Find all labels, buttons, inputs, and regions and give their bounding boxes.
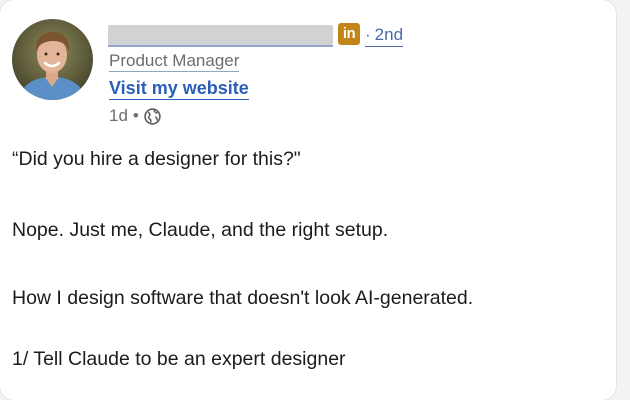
post-paragraph-hook: How I design software that doesn't look … — [12, 287, 474, 309]
meta-separator: • — [132, 106, 139, 125]
post-time: 1d — [109, 106, 128, 125]
post-paragraph-quote: “Did you hire a designer for this?" — [12, 148, 301, 170]
truncated-next-line — [12, 378, 482, 390]
connection-degree-label: 2nd — [374, 25, 404, 44]
redacted-author-name[interactable] — [108, 25, 333, 45]
author-name-underline — [108, 45, 333, 47]
avatar[interactable] — [12, 19, 93, 100]
visit-website-link[interactable]: Visit my website — [109, 78, 249, 100]
linkedin-icon: in — [338, 23, 360, 45]
connection-degree: · 2nd — [365, 25, 404, 47]
globe-icon — [144, 107, 161, 125]
post-header: in · 2nd Product Manager Visit my website… — [108, 19, 528, 129]
post-card: in · 2nd Product Manager Visit my website… — [0, 0, 616, 400]
post-meta: 1d • — [109, 106, 161, 126]
post-paragraph-step-1: 1/ Tell Claude to be an expert designer — [12, 348, 346, 370]
author-headline[interactable]: Product Manager — [109, 51, 240, 72]
truncated-text-fragment — [12, 378, 482, 390]
post-paragraph-reply: Nope. Just me, Claude, and the right set… — [12, 219, 389, 241]
